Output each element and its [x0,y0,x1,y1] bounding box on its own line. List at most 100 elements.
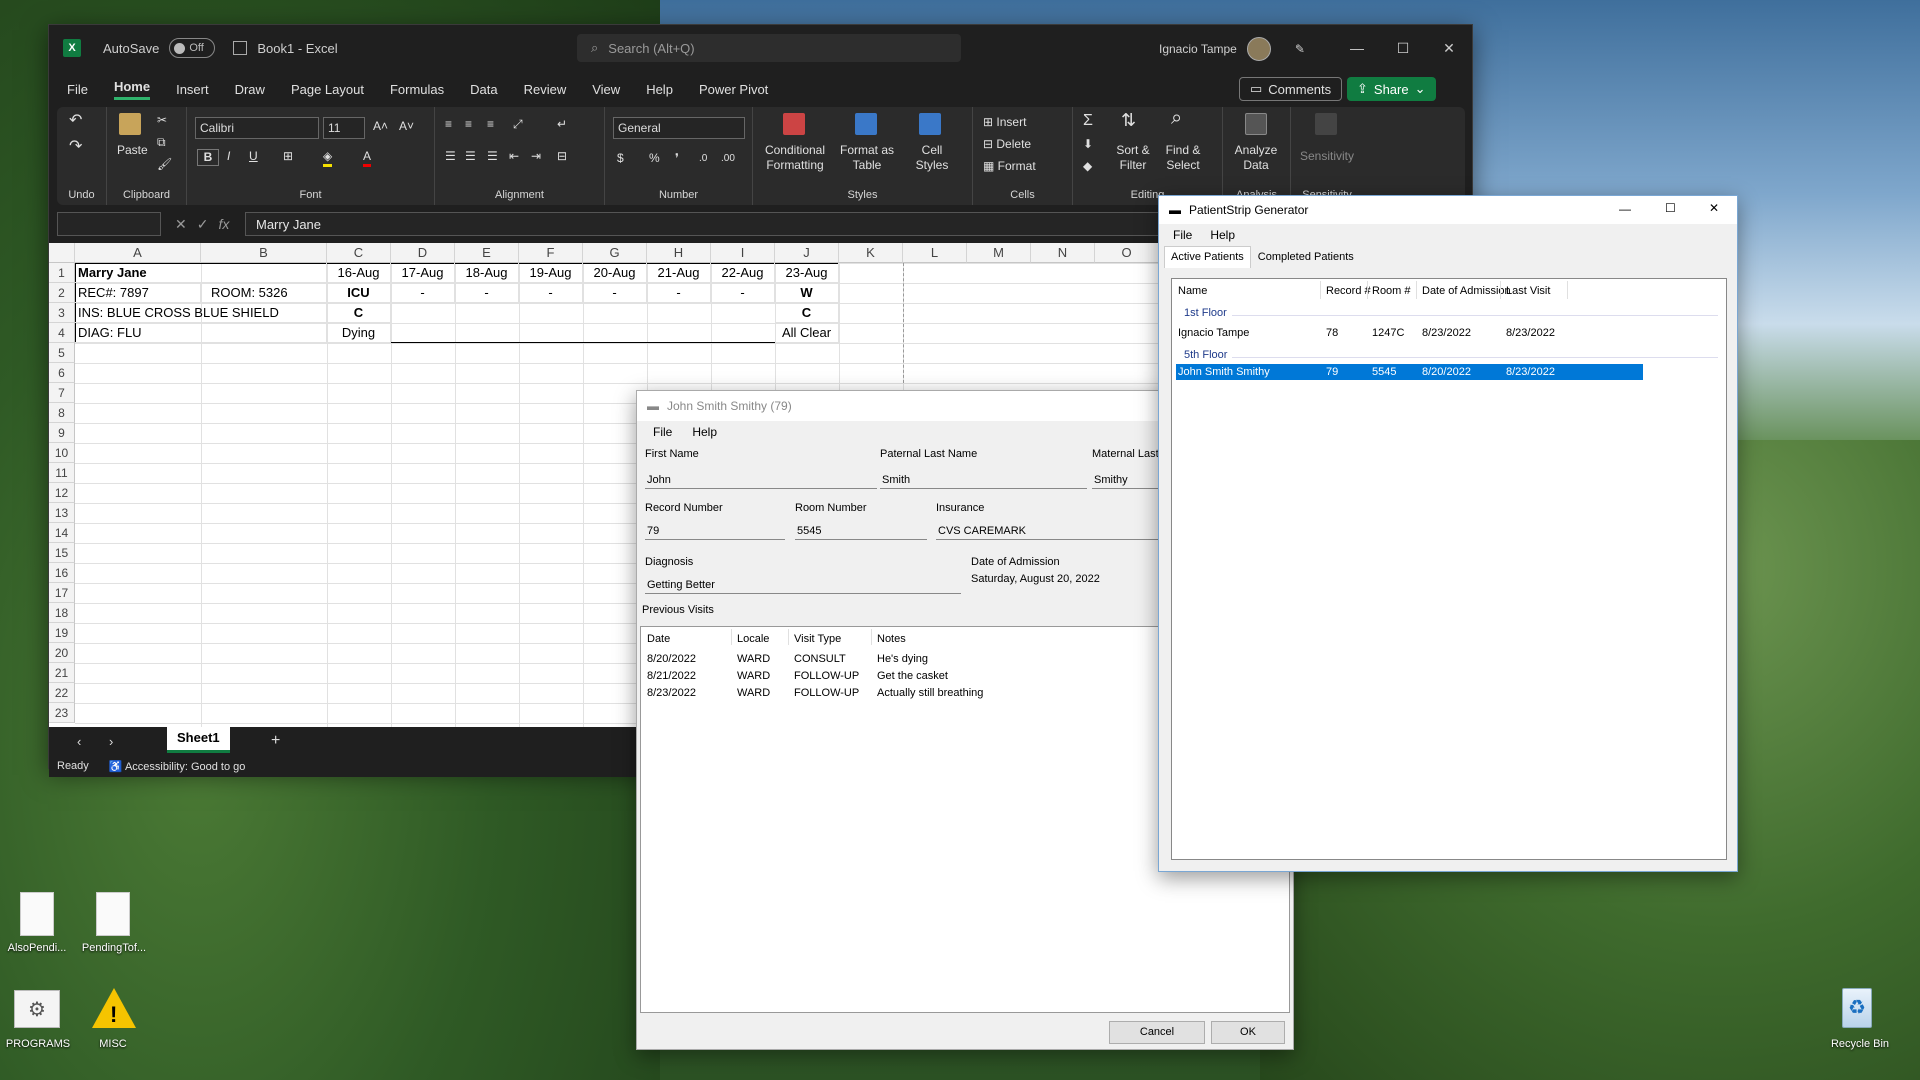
sensitivity-button[interactable]: Sensitivity [1295,149,1359,164]
visit-locale[interactable]: WARD [737,687,770,699]
conditional-formatting-icon[interactable] [783,113,805,135]
currency-icon[interactable]: $ [617,151,624,166]
tab-draw[interactable]: Draw [235,82,265,97]
search-box[interactable]: ⌕ Search (Alt+Q) [577,34,961,62]
tab-formulas[interactable]: Formulas [390,82,444,97]
font-color-icon[interactable]: A [363,149,372,167]
redo-icon[interactable]: ↷ [69,139,82,155]
avatar[interactable] [1246,37,1271,61]
row-header[interactable]: 12 [49,483,75,503]
date-cell[interactable]: 17-Aug [391,263,455,283]
borders-icon[interactable]: ⊞ [283,149,293,164]
decrease-font-icon[interactable]: A˅ [399,119,414,134]
status-cell[interactable]: W [775,283,839,303]
align-right-icon[interactable]: ☰ [487,149,498,164]
maximize-icon[interactable]: ☐ [1665,201,1676,215]
increase-indent-icon[interactable]: ⇥ [531,149,541,164]
desktop-icon-label[interactable]: MISC [80,1038,146,1050]
visit-type[interactable]: FOLLOW-UP [794,670,859,682]
name-box[interactable] [57,212,161,236]
visit-notes[interactable]: Actually still breathing [877,687,983,699]
row-header[interactable]: 2 [49,283,75,303]
pen-icon[interactable]: ✎ [1295,42,1305,56]
align-top-icon[interactable]: ≡ [445,117,452,132]
document-icon[interactable] [20,892,54,936]
column-header[interactable]: J [775,243,839,263]
status-cell[interactable]: - [647,283,711,303]
column-header[interactable]: D [391,243,455,263]
bold-icon[interactable]: B [197,149,219,166]
column-header[interactable]: A [75,243,201,263]
cancel-icon[interactable]: ✕ [175,216,187,233]
date-cell[interactable]: 23-Aug [775,263,839,283]
format-cells-button[interactable]: ▦ Format [983,159,1036,174]
column-header[interactable]: B [201,243,327,263]
close-icon[interactable]: ✕ [1426,25,1472,71]
tab-active-patients[interactable]: Active Patients [1164,246,1251,268]
status-cell[interactable]: - [391,283,455,303]
row-header[interactable]: 3 [49,303,75,323]
row-header[interactable]: 11 [49,463,75,483]
column-header[interactable]: Date of Admission [1422,285,1511,297]
code-cell[interactable]: C [775,303,839,323]
group-header[interactable]: 1st Floor [1184,307,1227,319]
visit-type[interactable]: CONSULT [794,653,846,665]
desktop-icon-label[interactable]: Recycle Bin [1820,1038,1900,1050]
autosum-icon[interactable]: Σ [1083,113,1093,129]
delete-cells-button[interactable]: ⊟ Delete [983,137,1031,152]
menu-file[interactable]: File [1173,228,1192,242]
document-icon[interactable] [96,892,130,936]
room-number-field[interactable]: 5545 [795,522,927,540]
maximize-icon[interactable]: ☐ [1380,25,1426,71]
column-header[interactable]: C [327,243,391,263]
row-header[interactable]: 20 [49,643,75,663]
align-middle-icon[interactable]: ≡ [465,117,472,132]
column-header[interactable]: O [1095,243,1159,263]
row-header[interactable]: 8 [49,403,75,423]
row-header[interactable]: 16 [49,563,75,583]
paste-button[interactable]: Paste [117,143,148,158]
cut-icon[interactable]: ✂ [157,113,167,128]
admission-date-value[interactable]: Saturday, August 20, 2022 [971,573,1100,585]
note-cell[interactable]: All Clear [775,323,839,343]
menu-file[interactable]: File [653,425,672,439]
status-cell[interactable]: - [455,283,519,303]
row-header[interactable]: 21 [49,663,75,683]
patient-admission[interactable]: 8/23/2022 [1422,327,1471,339]
paste-icon[interactable] [119,113,141,135]
align-left-icon[interactable]: ☰ [445,149,456,164]
tab-insert[interactable]: Insert [176,82,209,97]
column-header[interactable]: Room # [1372,285,1411,297]
column-header[interactable]: Record # [1326,285,1371,297]
analyze-data-icon[interactable] [1245,113,1267,135]
status-cell[interactable]: - [519,283,583,303]
comma-icon[interactable]: ❜ [675,151,679,166]
italic-icon[interactable]: I [227,149,230,164]
sheet-tab[interactable]: Sheet1 [167,727,230,753]
tab-completed-patients[interactable]: Completed Patients [1251,246,1361,268]
desktop-icon-label[interactable]: PendingTof... [76,942,152,954]
cell-a4[interactable]: DIAG: FLU [75,323,327,343]
patient-last-visit[interactable]: 8/23/2022 [1506,366,1555,378]
cell-styles-icon[interactable] [919,113,941,135]
merge-center-icon[interactable]: ⊟ [557,149,567,164]
diagnosis-field[interactable]: Getting Better [645,576,961,594]
tab-review[interactable]: Review [524,82,567,97]
group-header[interactable]: 5th Floor [1184,349,1227,361]
patient-room[interactable]: 5545 [1372,366,1396,378]
column-header[interactable]: L [903,243,967,263]
user-account[interactable]: Ignacio Tampe ✎ [1159,37,1305,61]
paternal-last-name-field[interactable]: Smith [880,471,1087,489]
status-cell[interactable]: ICU [327,283,391,303]
column-header[interactable]: Name [1178,285,1207,297]
visit-date[interactable]: 8/20/2022 [647,653,696,665]
row-header[interactable]: 6 [49,363,75,383]
align-bottom-icon[interactable]: ≡ [487,117,494,132]
tab-file[interactable]: File [67,82,88,97]
add-sheet-icon[interactable]: + [271,732,280,750]
menu-help[interactable]: Help [1210,228,1235,242]
row-header[interactable]: 14 [49,523,75,543]
patient-record[interactable]: 79 [1326,366,1338,378]
close-icon[interactable]: ✕ [1709,201,1719,215]
chevron-left-icon[interactable]: ‹ [77,734,81,749]
